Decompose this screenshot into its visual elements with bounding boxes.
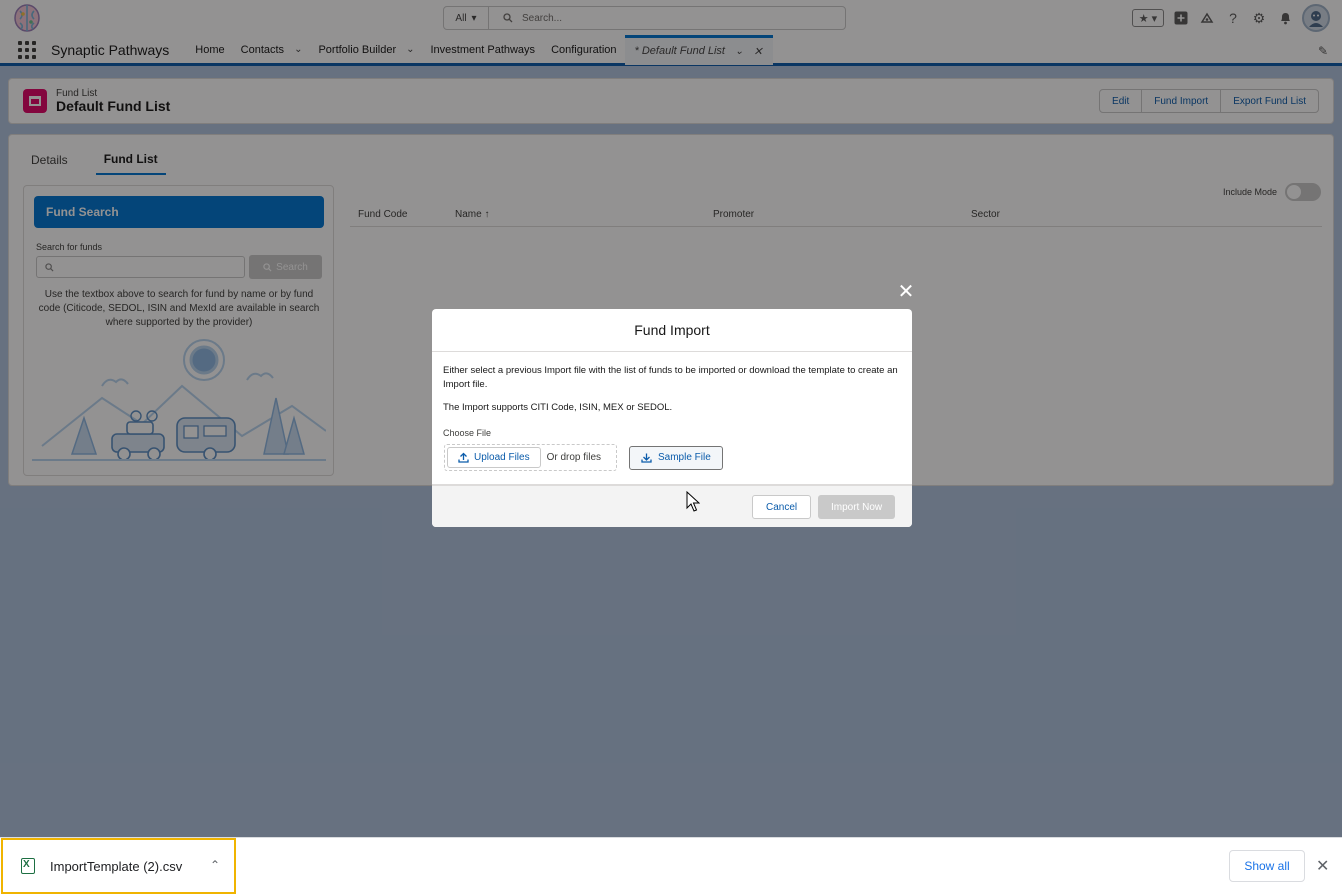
upload-icon [458, 452, 469, 463]
close-modal-icon[interactable]: ✕ [896, 281, 916, 303]
modal-body: Either select a previous Import file wit… [432, 352, 912, 440]
cancel-button[interactable]: Cancel [752, 495, 812, 519]
download-icon [641, 453, 652, 463]
sample-file-button[interactable]: Sample File [629, 445, 723, 470]
download-item[interactable]: ImportTemplate (2).csv ⌃ [1, 838, 236, 894]
upload-files-button[interactable]: Upload Files [447, 447, 541, 468]
excel-file-icon [21, 858, 35, 874]
mouse-pointer-icon [686, 491, 700, 512]
file-dropzone[interactable]: Upload Files Or drop files [444, 444, 617, 471]
import-now-button[interactable]: Import Now [818, 495, 896, 519]
file-upload-row: Upload Files Or drop files Sample File [444, 444, 723, 471]
download-bar: ImportTemplate (2).csv ⌃ Show all ✕ [0, 837, 1342, 894]
choose-file-label: Choose File [443, 428, 492, 438]
modal-instructions: Either select a previous Import file wit… [443, 365, 898, 390]
fund-import-modal: Fund Import Either select a previous Imp… [432, 309, 912, 527]
sample-file-label: Sample File [658, 452, 711, 463]
upload-files-label: Upload Files [474, 452, 530, 463]
chevron-up-icon[interactable]: ⌃ [210, 858, 220, 872]
show-all-button[interactable]: Show all [1229, 850, 1305, 882]
modal-title: Fund Import [432, 309, 912, 352]
modal-supported-codes: The Import supports CITI Code, ISIN, MEX… [443, 402, 673, 413]
download-file-name: ImportTemplate (2).csv [50, 858, 183, 874]
modal-footer: Cancel Import Now [432, 484, 912, 527]
drop-files-text: Or drop files [546, 452, 602, 463]
close-download-bar-icon[interactable]: ✕ [1316, 856, 1329, 876]
